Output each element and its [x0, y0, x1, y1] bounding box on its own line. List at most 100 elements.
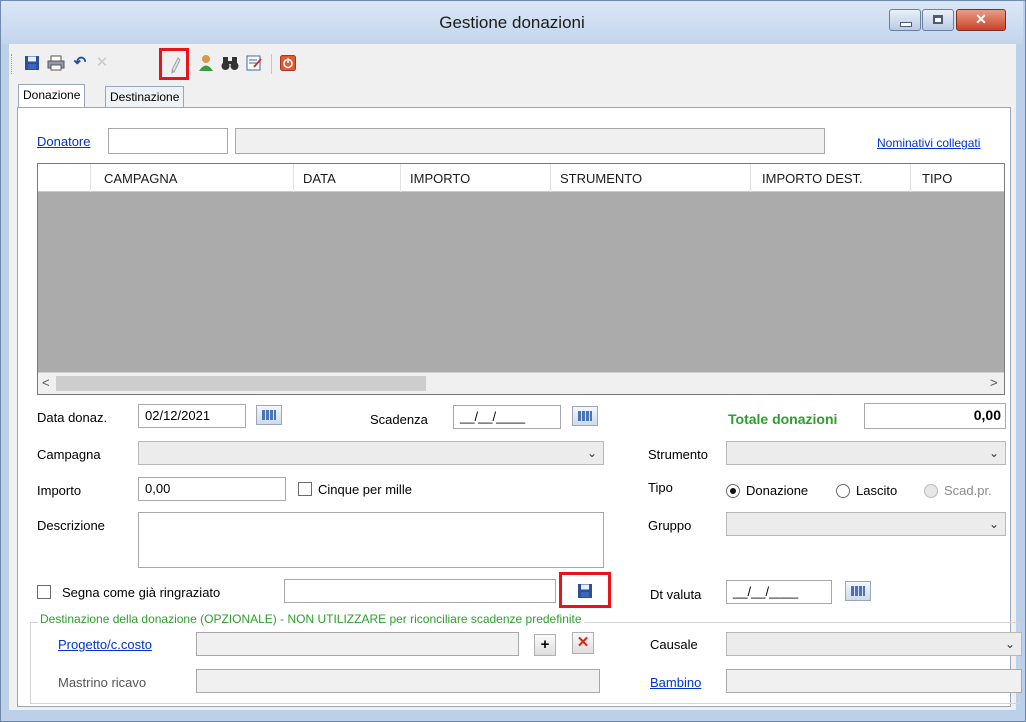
plus-icon: + [540, 636, 550, 653]
column-tipo[interactable]: TIPO [922, 171, 952, 186]
title-bar: Gestione donazioni ✕ [1, 1, 1023, 44]
date-calendar-button[interactable] [256, 405, 282, 425]
instrument-select[interactable]: ⌄ [726, 441, 1006, 465]
amount-input[interactable]: 0,00 [138, 477, 286, 501]
date-input[interactable]: 02/12/2021 [138, 404, 246, 428]
scroll-right-icon[interactable]: > [990, 375, 998, 390]
type-option-donazione: Donazione [746, 483, 809, 498]
scrollbar-thumb[interactable] [56, 376, 426, 391]
date-label: Data donaz. [37, 410, 108, 425]
type-radio-lascito[interactable] [836, 484, 850, 498]
donor-name-field [235, 128, 825, 154]
project-link[interactable]: Progetto/c.costo [58, 637, 152, 652]
type-label: Tipo [648, 480, 673, 495]
child-input [726, 669, 1022, 693]
close-icon: ✕ [576, 634, 590, 651]
destination-legend: Destinazione della donazione (OPZIONALE)… [38, 612, 584, 626]
person-icon [199, 55, 213, 71]
donor-code-input[interactable] [108, 128, 228, 154]
due-calendar-button[interactable] [572, 406, 598, 426]
column-separator [293, 164, 294, 192]
floppy-disk-icon [578, 584, 592, 598]
maximize-icon [933, 15, 943, 24]
save-button[interactable] [21, 52, 43, 74]
column-data[interactable]: DATA [303, 171, 336, 186]
tab-donazione[interactable]: Donazione [18, 84, 86, 108]
value-date-input[interactable]: __/__/____ [726, 580, 832, 604]
type-option-scadpr: Scad.pr. [944, 483, 992, 498]
column-separator [90, 164, 91, 192]
amount-label: Importo [37, 483, 82, 498]
column-separator [550, 164, 551, 192]
donations-grid[interactable] [37, 163, 1005, 395]
description-textarea[interactable] [138, 512, 604, 568]
toolbar: ↶ ✕ [9, 48, 1016, 80]
undo-icon: ↶ [73, 54, 87, 71]
delete-button[interactable]: ✕ [91, 52, 113, 74]
ledger-label: Mastrino ricavo [58, 675, 147, 690]
horizontal-scrollbar[interactable]: < > [38, 372, 1004, 394]
column-importo[interactable]: IMPORTO [410, 171, 470, 186]
column-strumento[interactable]: STRUMENTO [560, 171, 642, 186]
thanked-label: Segna come già ringraziato [62, 585, 221, 600]
thanked-checkbox[interactable] [37, 585, 51, 599]
column-campagna[interactable]: CAMPAGNA [104, 171, 177, 186]
calendar-icon [262, 410, 276, 420]
campaign-select[interactable]: ⌄ [138, 441, 604, 465]
due-input[interactable]: __/__/____ [453, 405, 561, 429]
close-icon: ✕ [975, 11, 987, 27]
group-label: Gruppo [648, 518, 692, 533]
pen-tool-button[interactable] [159, 48, 189, 80]
toolbar-grip [11, 54, 14, 74]
user-button[interactable] [195, 52, 217, 74]
total-label: Totale donazioni [728, 411, 838, 427]
column-separator [750, 164, 751, 192]
five-per-thousand-checkbox[interactable] [298, 482, 312, 496]
ledger-input [196, 669, 600, 693]
edit-button[interactable] [243, 52, 265, 74]
chevron-down-icon: ⌄ [988, 517, 999, 531]
type-radio-scadpr [924, 484, 938, 498]
value-date-calendar-button[interactable] [845, 581, 871, 601]
chevron-down-icon: ⌄ [1004, 637, 1015, 651]
type-option-lascito: Lascito [856, 483, 898, 498]
column-importo-dest[interactable]: IMPORTO DEST. [762, 171, 863, 186]
floppy-disk-icon [25, 56, 39, 70]
tab-destinazione[interactable]: Destinazione [105, 86, 185, 108]
pen-icon [171, 57, 181, 74]
exit-button[interactable] [277, 52, 299, 74]
chevron-down-icon: ⌄ [586, 446, 597, 460]
group-select[interactable]: ⌄ [726, 512, 1006, 536]
add-project-button[interactable]: + [534, 634, 556, 656]
donor-link[interactable]: Donatore [37, 134, 90, 149]
scroll-left-icon[interactable]: < [42, 375, 50, 390]
save-thanked-button[interactable] [559, 572, 611, 608]
maximize-button[interactable] [922, 9, 954, 31]
binoculars-icon [221, 57, 239, 70]
minimize-button[interactable] [889, 9, 921, 31]
description-label: Descrizione [37, 518, 105, 533]
remove-project-button[interactable]: ✕ [572, 632, 594, 654]
delete-x-icon: ✕ [95, 54, 109, 71]
close-button[interactable]: ✕ [956, 9, 1006, 31]
window-title: Gestione donazioni [439, 13, 585, 32]
related-names-link[interactable]: Nominativi collegati [877, 136, 980, 150]
thanked-note-input[interactable] [284, 579, 556, 603]
calendar-icon [851, 586, 865, 596]
power-icon [280, 55, 296, 71]
chevron-down-icon: ⌄ [988, 446, 999, 460]
child-link[interactable]: Bambino [650, 675, 701, 690]
grid-header: CAMPAGNA DATA IMPORTO STRUMENTO IMPORTO … [38, 164, 1004, 192]
print-button[interactable] [45, 52, 67, 74]
reason-select[interactable]: ⌄ [726, 632, 1022, 656]
value-date-label: Dt valuta [650, 587, 702, 602]
due-label: Scadenza [370, 412, 428, 427]
instrument-label: Strumento [648, 447, 708, 462]
reason-label: Causale [650, 637, 698, 652]
type-radio-donazione[interactable] [726, 484, 740, 498]
column-separator [910, 164, 911, 192]
undo-button[interactable]: ↶ [69, 52, 91, 74]
campaign-label: Campagna [37, 447, 101, 462]
search-button[interactable] [219, 52, 241, 74]
calendar-icon [578, 411, 592, 421]
